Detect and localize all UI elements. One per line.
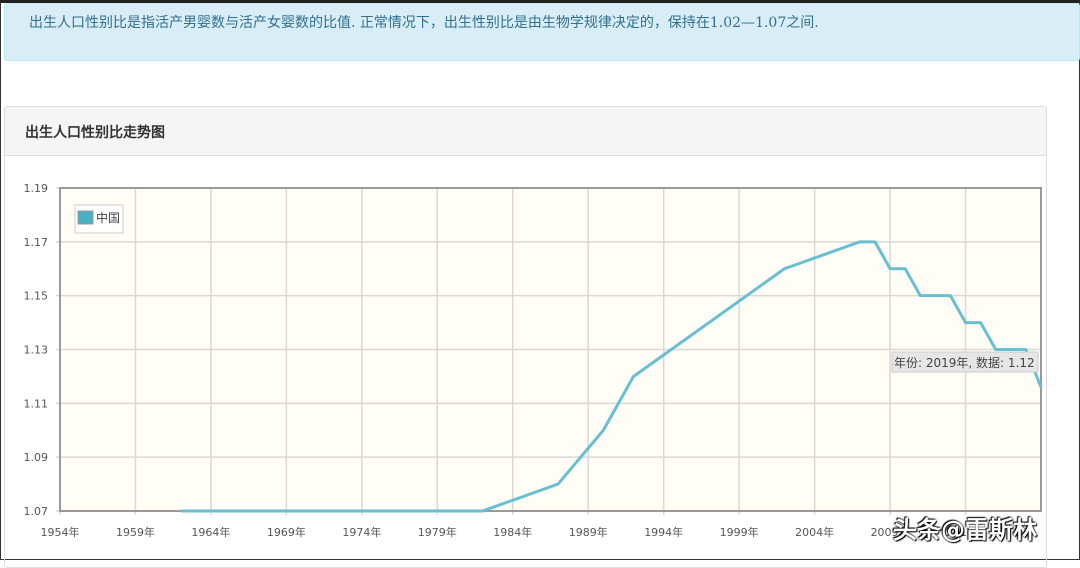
tooltip-text: 年份: 2019年, 数据: 1.12 <box>894 355 1035 370</box>
x-tick-label: 1999年 <box>720 525 759 539</box>
x-tick-label: 1974年 <box>342 525 381 539</box>
x-tick-label: 1979年 <box>418 525 457 539</box>
y-tick-label: 1.07 <box>24 505 49 518</box>
watermark: 头条@雷斯林 <box>893 516 1037 544</box>
legend-swatch <box>77 210 94 225</box>
x-tick-label: 1989年 <box>569 525 608 539</box>
line-chart: 1.07 1.09 1.11 1.13 1.15 1.17 1.19 1954年 1959年 19… <box>24 182 1043 539</box>
y-tick-label: 1.19 <box>24 182 49 195</box>
y-tick-label: 1.13 <box>24 344 49 357</box>
y-tick-label: 1.17 <box>24 236 49 249</box>
y-tick-label: 1.15 <box>24 290 49 303</box>
x-tick-label: 2004年 <box>795 525 834 539</box>
y-tick-label: 1.09 <box>24 451 49 464</box>
x-tick-label: 1984年 <box>493 525 532 539</box>
x-tick-label: 1954年 <box>41 525 80 539</box>
legend-label: 中国 <box>96 210 120 225</box>
x-tick-label: 1969年 <box>267 525 306 539</box>
y-tick-label: 1.11 <box>24 397 49 410</box>
x-tick-label: 1964年 <box>191 525 230 539</box>
x-tick-label: 1959年 <box>116 525 155 539</box>
x-tick-label: 1994年 <box>644 525 683 539</box>
